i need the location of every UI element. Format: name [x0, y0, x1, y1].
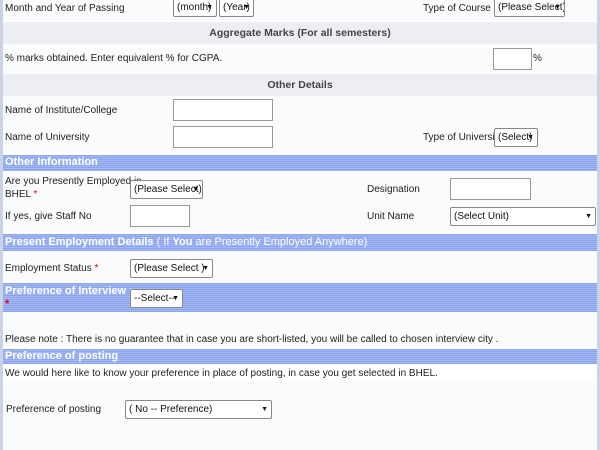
- posting-preference-value: ( No -- Preference): [129, 404, 213, 415]
- employment-status-label: Employment Status *: [5, 263, 98, 274]
- staff-no-label: If yes, give Staff No: [5, 211, 92, 222]
- employment-status-label-text: Employment Status: [5, 263, 92, 274]
- passing-label: Month and Year of Passing: [5, 3, 125, 14]
- employment-status-value: (Please Select ): [134, 263, 205, 274]
- university-input[interactable]: [173, 126, 273, 148]
- posting-preference-select[interactable]: ( No -- Preference) ▼: [125, 400, 272, 419]
- other-details-title: Other Details: [267, 79, 333, 91]
- present-employment-title-group: Present Employment Details ( If You are …: [5, 236, 367, 248]
- other-information-header: Other Information: [3, 155, 597, 171]
- course-type-label: Type of Course: [423, 3, 491, 14]
- institute-input[interactable]: [173, 99, 273, 121]
- employment-note-rest: are Presently Employed Anywhere): [192, 236, 368, 248]
- designation-input[interactable]: [450, 178, 531, 200]
- posting-row: [3, 382, 597, 450]
- posting-note: We would here like to know your preferen…: [5, 368, 438, 379]
- chevron-down-icon: ▼: [172, 295, 179, 302]
- employment-note-open: ( If: [156, 236, 173, 248]
- unit-name-label: Unit Name: [367, 211, 415, 222]
- chevron-down-icon: ▼: [243, 4, 250, 11]
- chevron-down-icon: ▼: [527, 134, 534, 141]
- application-form: Month and Year of Passing (month) ▼ (Yea…: [0, 0, 600, 450]
- required-asterisk: *: [33, 189, 38, 200]
- year-select[interactable]: (Year) ▼: [219, 0, 254, 17]
- unit-name-value: (Select Unit): [454, 211, 510, 222]
- chevron-down-icon: ▼: [554, 4, 561, 11]
- chevron-down-icon: ▼: [585, 213, 592, 220]
- chevron-down-icon: ▼: [261, 406, 268, 413]
- interview-preference-title: Preference of Interview :: [5, 285, 133, 297]
- aggregate-label: % marks obtained. Enter equivalent % for…: [5, 53, 223, 64]
- university-type-label: Type of University: [423, 132, 503, 143]
- present-employment-title: Present Employment Details: [5, 236, 154, 248]
- employed-label-line2: BHEL *: [5, 189, 37, 200]
- interview-note: Please note : There is no guarantee that…: [5, 334, 499, 345]
- interview-preference-header: Preference of Interview : *: [3, 283, 597, 312]
- employment-note-you: You: [172, 236, 193, 248]
- course-type-select[interactable]: (Please Select) ▼: [494, 0, 565, 17]
- staff-no-input[interactable]: [130, 205, 190, 227]
- present-employment-header: Present Employment Details ( If You are …: [3, 234, 597, 251]
- chevron-down-icon: ▼: [206, 4, 213, 11]
- posting-preference-label: Preference of posting: [6, 404, 102, 415]
- employed-in-bhel-select[interactable]: (Please Select) ▼: [130, 180, 203, 199]
- chevron-down-icon: ▼: [192, 186, 199, 193]
- percent-suffix: %: [533, 53, 542, 64]
- institute-label: Name of Institute/College: [5, 105, 118, 116]
- employed-label-line1: Are you Presently Employed in: [5, 176, 142, 187]
- posting-preference-header: Preference of posting: [3, 349, 597, 364]
- aggregate-title: Aggregate Marks (For all semesters): [209, 27, 391, 39]
- required-asterisk: *: [5, 298, 10, 310]
- designation-label: Designation: [367, 184, 420, 195]
- unit-name-select[interactable]: (Select Unit) ▼: [450, 207, 596, 226]
- employment-status-select[interactable]: (Please Select ) ▼: [130, 259, 213, 278]
- chevron-down-icon: ▼: [202, 265, 209, 272]
- employed-label-bhel: BHEL: [5, 189, 31, 200]
- posting-preference-title: Preference of posting: [5, 350, 119, 362]
- interview-city-value: --Select--: [134, 293, 176, 304]
- required-asterisk: *: [94, 263, 99, 274]
- percentage-input[interactable]: [493, 48, 532, 70]
- university-type-select[interactable]: (Select) ▼: [494, 128, 538, 147]
- other-information-title: Other Information: [5, 156, 98, 168]
- month-select[interactable]: (month) ▼: [173, 0, 217, 17]
- university-label: Name of University: [5, 132, 90, 143]
- interview-city-select[interactable]: --Select-- ▼: [130, 289, 183, 308]
